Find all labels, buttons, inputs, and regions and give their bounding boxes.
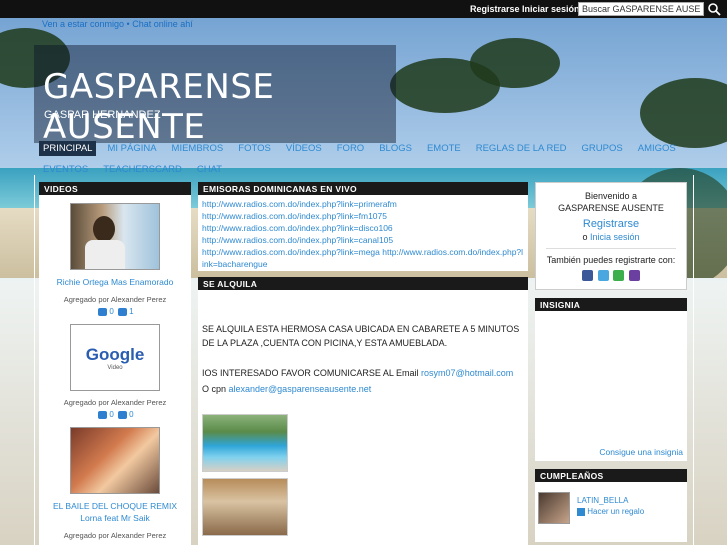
like-count[interactable]: 1 xyxy=(129,307,133,316)
emisoras-links: http://www.radios.com.do/index.php?link=… xyxy=(198,195,528,271)
welcome-login-row: o Inicia sesión xyxy=(540,232,682,242)
google-icon[interactable] xyxy=(613,270,625,282)
video-item: EL BAILE DEL CHOQUE REMIX Lorna feat Mr … xyxy=(43,427,187,540)
cumpleanos-box: LATIN_BELLA Hacer un regalo xyxy=(535,482,687,543)
alquila-heading: SE ALQUILA xyxy=(198,277,528,290)
comment-count[interactable]: 0 xyxy=(109,410,113,419)
radio-link[interactable]: http://www.radios.com.do/index.php?link=… xyxy=(202,198,524,210)
video-item: Richie Ortega Mas Enamorado Agregado por… xyxy=(43,203,187,316)
comment-icon xyxy=(98,307,108,316)
radio-link[interactable]: http://www.radios.com.do/index.php?link=… xyxy=(202,246,524,270)
nav-item-reglas[interactable]: REGLAS DE LA RED xyxy=(472,141,571,156)
gift-icon xyxy=(577,508,585,517)
video-meta: Agregado por Alexander Perez xyxy=(63,295,167,304)
like-count[interactable]: 0 xyxy=(129,410,133,419)
avatar[interactable] xyxy=(538,492,570,525)
welcome-register-link[interactable]: Registrarse xyxy=(540,218,682,230)
welcome-login-link[interactable]: Inicia sesión xyxy=(590,232,640,242)
house-photo[interactable] xyxy=(202,478,288,536)
post-contact-text: O cpn xyxy=(202,384,229,394)
nav-item-blogs[interactable]: BLOGS xyxy=(375,141,416,156)
post-paragraph: SE ALQUILA ESTA HERMOSA CASA UBICADA EN … xyxy=(202,324,520,348)
site-subtitle: GASPAR HERNANDEZ xyxy=(44,109,161,121)
twitter-icon[interactable] xyxy=(597,270,609,282)
video-stats: 0 1 xyxy=(43,307,187,316)
facebook-icon[interactable] xyxy=(582,270,594,282)
radio-link[interactable]: http://www.radios.com.do/index.php?link=… xyxy=(202,222,524,234)
title-box: GASPARENSE AUSENTE GASPAR HERNANDEZ xyxy=(34,45,396,147)
radio-link[interactable]: http://www.radios.com.do/index.php?link=… xyxy=(202,234,524,246)
nav-item-fotos[interactable]: FOTOS xyxy=(234,141,275,156)
register-link[interactable]: Registrarse xyxy=(470,4,520,14)
like-icon xyxy=(118,307,128,316)
insignia-link[interactable]: Consigue una insignia xyxy=(599,447,683,457)
emisoras-heading: EMISORAS DOMINICANAS EN VIVO xyxy=(198,182,528,195)
alquila-post: SE ALQUILA ESTA HERMOSA CASA UBICADA EN … xyxy=(198,290,528,545)
welcome-also: También puedes registrarte con: xyxy=(546,255,676,265)
google-video-label: Video xyxy=(107,365,123,371)
search-icon[interactable] xyxy=(707,2,721,16)
video-thumbnail[interactable] xyxy=(70,203,160,270)
cumpleanos-heading: CUMPLEAÑOS xyxy=(535,469,687,483)
video-stats: 0 0 xyxy=(43,410,187,419)
top-bar: Registrarse Iniciar sesión xyxy=(0,0,727,18)
divider xyxy=(546,248,676,249)
post-paragraph: IOS INTERESADO FAVOR COMUNICARSE AL Emai… xyxy=(202,366,524,380)
nav-item-mi-pagina[interactable]: MI PÁGINA xyxy=(103,141,160,156)
insignia-box: Consigue una insignia xyxy=(535,311,687,462)
search-input[interactable] xyxy=(578,2,704,16)
sidebar-column: Bienvenido a GASPARENSE AUSENTE Registra… xyxy=(535,182,687,543)
insignia-heading: INSIGNIA xyxy=(535,298,687,312)
nav-item-videos[interactable]: VÍDEOS xyxy=(282,141,326,156)
welcome-line: Bienvenido a xyxy=(584,191,638,201)
radio-link[interactable]: http://www.radios.com.do/index.php?link=… xyxy=(202,210,524,222)
gift-row: Hacer un regalo xyxy=(577,507,644,516)
login-link[interactable]: Iniciar sesión xyxy=(522,4,580,14)
like-icon xyxy=(118,410,128,419)
gift-link[interactable]: Hacer un regalo xyxy=(587,507,644,516)
comment-count[interactable]: 0 xyxy=(109,307,113,316)
main-column: EMISORAS DOMINICANAS EN VIVO http://www.… xyxy=(198,182,528,545)
nav-item-miembros[interactable]: MIEMBROS xyxy=(168,141,228,156)
video-title[interactable]: EL BAILE DEL CHOQUE REMIX Lorna feat Mr … xyxy=(43,500,187,524)
nav-item-grupos[interactable]: GRUPOS xyxy=(578,141,627,156)
video-item: Google Video Agregado por Alexander Pere… xyxy=(43,324,187,419)
video-thumbnail[interactable]: Google Video xyxy=(70,324,160,391)
video-meta: Agregado por Alexander Perez xyxy=(63,398,167,407)
promo-text[interactable]: Ven a estar conmigo • Chat online ahí xyxy=(42,19,193,29)
videos-heading: VIDEOS xyxy=(39,182,191,195)
video-thumbnail[interactable] xyxy=(70,427,160,494)
google-logo: Google xyxy=(85,345,145,364)
welcome-box: Bienvenido a GASPARENSE AUSENTE Registra… xyxy=(535,182,687,291)
welcome-site-name: GASPARENSE AUSENTE xyxy=(558,203,664,213)
social-login-row xyxy=(540,270,682,282)
video-title[interactable]: Richie Ortega Mas Enamorado xyxy=(43,276,187,288)
house-photo[interactable] xyxy=(202,414,288,472)
nav-item-amigos[interactable]: AMIGOS xyxy=(634,141,680,156)
nav-item-principal[interactable]: PRINCIPAL xyxy=(39,141,97,156)
email-link[interactable]: rosym07@hotmail.com xyxy=(421,368,513,378)
email-link[interactable]: alexander@gasparenseausente.net xyxy=(229,384,372,394)
comment-icon xyxy=(98,410,108,419)
post-contact-text: IOS INTERESADO FAVOR COMUNICARSE AL Emai… xyxy=(202,368,422,378)
welcome-or: o xyxy=(582,232,588,242)
videos-list: Richie Ortega Mas Enamorado Agregado por… xyxy=(39,195,191,545)
video-meta: Agregado por Alexander Perez xyxy=(63,531,167,540)
site-title[interactable]: GASPARENSE AUSENTE xyxy=(43,67,396,147)
post-paragraph: O cpn alexander@gasparenseausente.net xyxy=(202,382,524,396)
nav-item-emote[interactable]: EMOTE xyxy=(423,141,465,156)
birthday-name[interactable]: LATIN_BELLA xyxy=(577,496,628,505)
site-header: GASPARENSE AUSENTE GASPAR HERNANDEZ PRIN… xyxy=(34,45,694,175)
yahoo-icon[interactable] xyxy=(628,270,640,282)
nav-item-foro[interactable]: FORO xyxy=(333,141,368,156)
videos-column: VIDEOS Richie Ortega Mas Enamorado Agreg… xyxy=(39,182,191,545)
